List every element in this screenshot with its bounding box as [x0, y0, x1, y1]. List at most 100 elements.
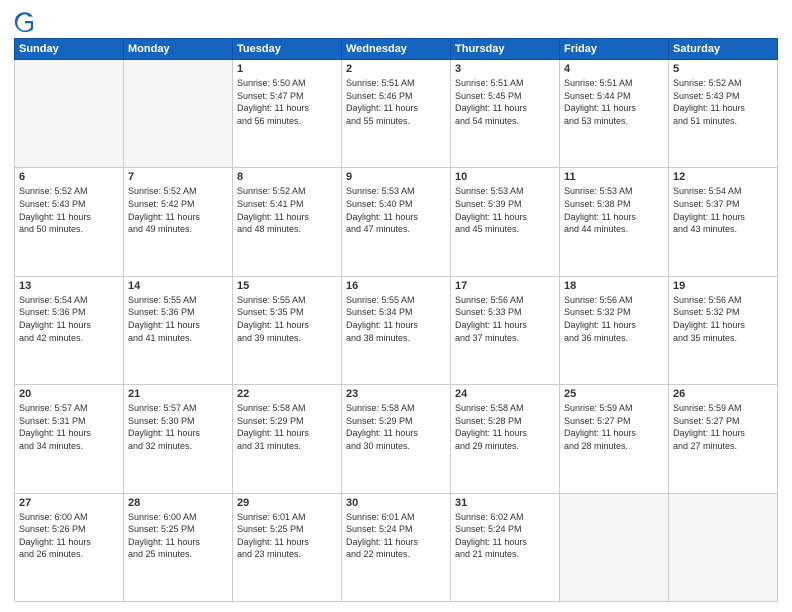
day-info: Sunrise: 5:52 AM Sunset: 5:43 PM Dayligh…: [673, 77, 773, 127]
day-info: Sunrise: 5:58 AM Sunset: 5:29 PM Dayligh…: [237, 402, 337, 452]
day-number: 26: [673, 388, 773, 400]
weekday-header-friday: Friday: [560, 39, 669, 60]
calendar-cell: 20Sunrise: 5:57 AM Sunset: 5:31 PM Dayli…: [15, 385, 124, 493]
day-number: 10: [455, 171, 555, 183]
calendar-cell: 3Sunrise: 5:51 AM Sunset: 5:45 PM Daylig…: [451, 60, 560, 168]
day-info: Sunrise: 5:53 AM Sunset: 5:40 PM Dayligh…: [346, 185, 446, 235]
day-info: Sunrise: 5:51 AM Sunset: 5:44 PM Dayligh…: [564, 77, 664, 127]
day-info: Sunrise: 5:56 AM Sunset: 5:32 PM Dayligh…: [673, 294, 773, 344]
week-row-3: 20Sunrise: 5:57 AM Sunset: 5:31 PM Dayli…: [15, 385, 778, 493]
day-number: 27: [19, 497, 119, 509]
day-info: Sunrise: 5:51 AM Sunset: 5:46 PM Dayligh…: [346, 77, 446, 127]
day-info: Sunrise: 5:56 AM Sunset: 5:33 PM Dayligh…: [455, 294, 555, 344]
day-number: 9: [346, 171, 446, 183]
weekday-header-wednesday: Wednesday: [342, 39, 451, 60]
calendar-cell: 16 Sunrise: 5:55 AM Sunset: 5:34 PM Dayli…: [342, 276, 451, 384]
day-number: 3: [455, 63, 555, 75]
calendar-cell: [124, 60, 233, 168]
calendar-cell: 18 Sunrise: 5:56 AM Sunset: 5:32 PM Dayli…: [560, 276, 669, 384]
day-info: Sunrise: 6:01 AM Sunset: 5:25 PM Dayligh…: [237, 511, 337, 561]
day-info: Sunrise: 5:58 AM Sunset: 5:28 PM Dayligh…: [455, 402, 555, 452]
logo: [14, 10, 40, 32]
day-number: 8: [237, 171, 337, 183]
calendar-cell: 11 Sunrise: 5:53 AM Sunset: 5:38 PM Dayli…: [560, 168, 669, 276]
calendar-table: SundayMondayTuesdayWednesdayThursdayFrid…: [14, 38, 778, 602]
day-number: 5: [673, 63, 773, 75]
calendar-cell: [15, 60, 124, 168]
day-info: Sunrise: 5:55 AM Sunset: 5:34 PM Dayligh…: [346, 294, 446, 344]
calendar-cell: 26 Sunrise: 5:59 AM Sunset: 5:27 PM Dayli…: [669, 385, 778, 493]
calendar-cell: 8 Sunrise: 5:52 AM Sunset: 5:41 PM Daylig…: [233, 168, 342, 276]
calendar-cell: 9 Sunrise: 5:53 AM Sunset: 5:40 PM Daylig…: [342, 168, 451, 276]
day-info: Sunrise: 5:59 AM Sunset: 5:27 PM Dayligh…: [564, 402, 664, 452]
calendar-cell: 22 Sunrise: 5:58 AM Sunset: 5:29 PM Dayli…: [233, 385, 342, 493]
calendar-cell: 29 Sunrise: 6:01 AM Sunset: 5:25 PM Dayli…: [233, 493, 342, 601]
day-info: Sunrise: 6:02 AM Sunset: 5:24 PM Dayligh…: [455, 511, 555, 561]
calendar-cell: 21Sunrise: 5:57 AM Sunset: 5:30 PM Dayli…: [124, 385, 233, 493]
calendar-cell: 2 Sunrise: 5:51 AM Sunset: 5:46 PM Daylig…: [342, 60, 451, 168]
day-info: Sunrise: 5:52 AM Sunset: 5:43 PM Dayligh…: [19, 185, 119, 235]
day-number: 23: [346, 388, 446, 400]
day-number: 11: [564, 171, 664, 183]
day-info: Sunrise: 5:53 AM Sunset: 5:38 PM Dayligh…: [564, 185, 664, 235]
day-number: 29: [237, 497, 337, 509]
day-number: 22: [237, 388, 337, 400]
weekday-header-sunday: Sunday: [15, 39, 124, 60]
calendar-cell: 10 Sunrise: 5:53 AM Sunset: 5:39 PM Dayli…: [451, 168, 560, 276]
calendar-cell: 4 Sunrise: 5:51 AM Sunset: 5:44 PM Daylig…: [560, 60, 669, 168]
day-number: 21: [128, 388, 228, 400]
day-info: Sunrise: 5:53 AM Sunset: 5:39 PM Dayligh…: [455, 185, 555, 235]
calendar-cell: 5 Sunrise: 5:52 AM Sunset: 5:43 PM Daylig…: [669, 60, 778, 168]
day-info: Sunrise: 5:50 AM Sunset: 5:47 PM Dayligh…: [237, 77, 337, 127]
day-number: 31: [455, 497, 555, 509]
week-row-0: 1 Sunrise: 5:50 AM Sunset: 5:47 PM Daylig…: [15, 60, 778, 168]
day-number: 28: [128, 497, 228, 509]
day-info: Sunrise: 5:54 AM Sunset: 5:37 PM Dayligh…: [673, 185, 773, 235]
calendar-cell: 24 Sunrise: 5:58 AM Sunset: 5:28 PM Dayli…: [451, 385, 560, 493]
calendar-cell: 7Sunrise: 5:52 AM Sunset: 5:42 PM Daylig…: [124, 168, 233, 276]
day-info: Sunrise: 5:58 AM Sunset: 5:29 PM Dayligh…: [346, 402, 446, 452]
day-info: Sunrise: 5:56 AM Sunset: 5:32 PM Dayligh…: [564, 294, 664, 344]
day-number: 1: [237, 63, 337, 75]
day-number: 18: [564, 280, 664, 292]
day-number: 16: [346, 280, 446, 292]
day-number: 19: [673, 280, 773, 292]
calendar-cell: [669, 493, 778, 601]
week-row-2: 13Sunrise: 5:54 AM Sunset: 5:36 PM Dayli…: [15, 276, 778, 384]
calendar-cell: 1 Sunrise: 5:50 AM Sunset: 5:47 PM Daylig…: [233, 60, 342, 168]
calendar-cell: 19 Sunrise: 5:56 AM Sunset: 5:32 PM Dayli…: [669, 276, 778, 384]
day-number: 4: [564, 63, 664, 75]
calendar-cell: 30Sunrise: 6:01 AM Sunset: 5:24 PM Dayli…: [342, 493, 451, 601]
day-number: 20: [19, 388, 119, 400]
day-info: Sunrise: 6:00 AM Sunset: 5:26 PM Dayligh…: [19, 511, 119, 561]
day-info: Sunrise: 5:55 AM Sunset: 5:36 PM Dayligh…: [128, 294, 228, 344]
calendar-cell: 28Sunrise: 6:00 AM Sunset: 5:25 PM Dayli…: [124, 493, 233, 601]
day-info: Sunrise: 6:01 AM Sunset: 5:24 PM Dayligh…: [346, 511, 446, 561]
day-number: 7: [128, 171, 228, 183]
week-row-4: 27 Sunrise: 6:00 AM Sunset: 5:26 PM Dayli…: [15, 493, 778, 601]
calendar-cell: 23 Sunrise: 5:58 AM Sunset: 5:29 PM Dayli…: [342, 385, 451, 493]
day-number: 14: [128, 280, 228, 292]
calendar-cell: 15 Sunrise: 5:55 AM Sunset: 5:35 PM Dayli…: [233, 276, 342, 384]
day-number: 12: [673, 171, 773, 183]
weekday-header-saturday: Saturday: [669, 39, 778, 60]
logo-icon: [14, 10, 36, 32]
day-number: 15: [237, 280, 337, 292]
calendar-cell: 6Sunrise: 5:52 AM Sunset: 5:43 PM Daylig…: [15, 168, 124, 276]
calendar-cell: 27 Sunrise: 6:00 AM Sunset: 5:26 PM Dayli…: [15, 493, 124, 601]
calendar-cell: 12 Sunrise: 5:54 AM Sunset: 5:37 PM Dayli…: [669, 168, 778, 276]
calendar-cell: 25 Sunrise: 5:59 AM Sunset: 5:27 PM Dayli…: [560, 385, 669, 493]
day-info: Sunrise: 5:55 AM Sunset: 5:35 PM Dayligh…: [237, 294, 337, 344]
day-number: 2: [346, 63, 446, 75]
day-number: 25: [564, 388, 664, 400]
weekday-header-row: SundayMondayTuesdayWednesdayThursdayFrid…: [15, 39, 778, 60]
weekday-header-thursday: Thursday: [451, 39, 560, 60]
day-number: 24: [455, 388, 555, 400]
weekday-header-tuesday: Tuesday: [233, 39, 342, 60]
day-number: 17: [455, 280, 555, 292]
page: SundayMondayTuesdayWednesdayThursdayFrid…: [0, 0, 792, 612]
day-info: Sunrise: 5:59 AM Sunset: 5:27 PM Dayligh…: [673, 402, 773, 452]
header: [14, 10, 778, 32]
day-number: 13: [19, 280, 119, 292]
day-info: Sunrise: 5:52 AM Sunset: 5:41 PM Dayligh…: [237, 185, 337, 235]
